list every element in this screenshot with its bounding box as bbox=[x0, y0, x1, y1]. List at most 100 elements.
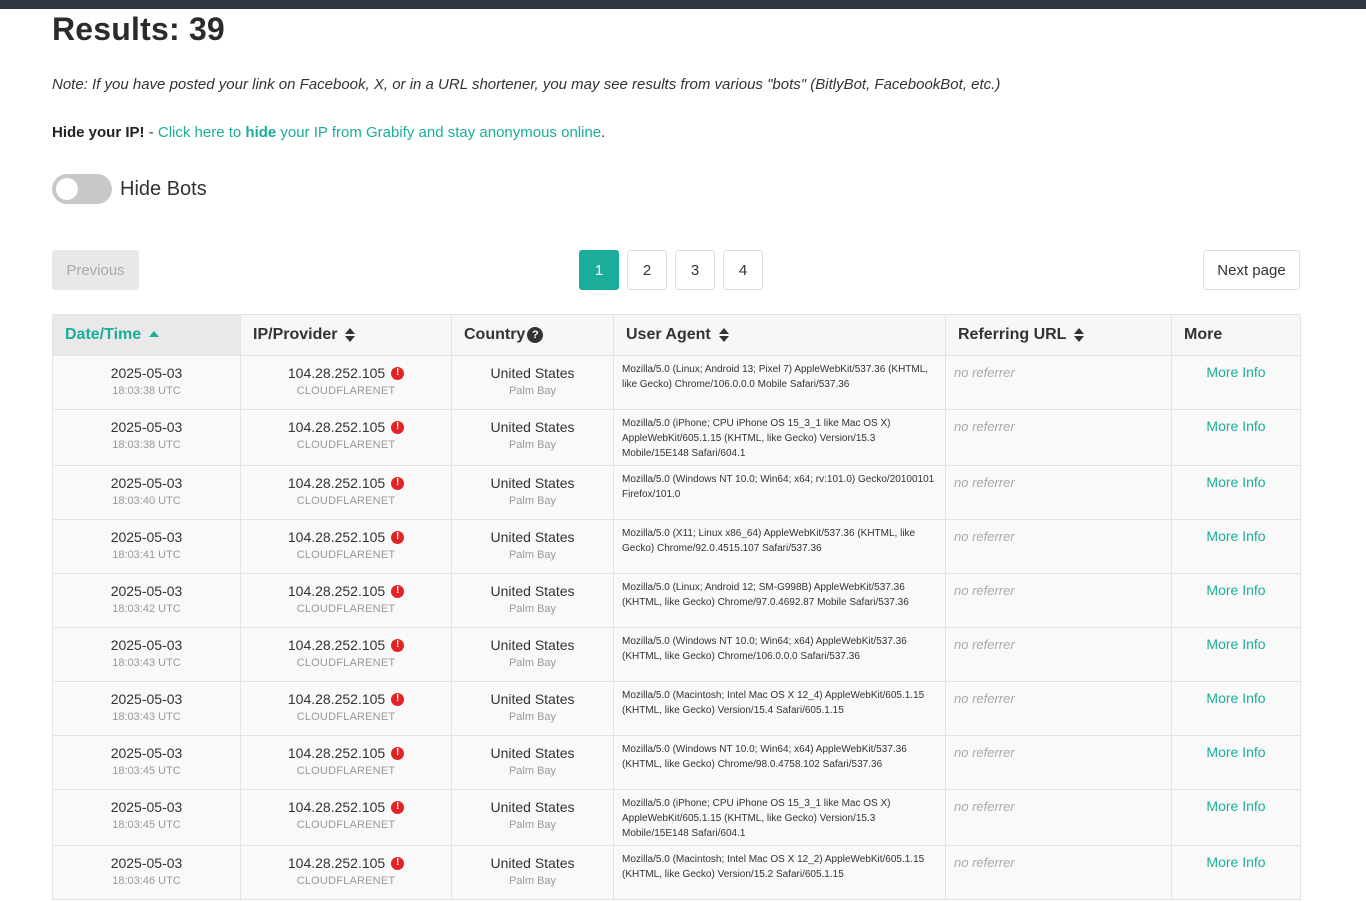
results-table: Date/Time IP/Provider Country? User Agen… bbox=[52, 314, 1301, 900]
cell-user-agent: Mozilla/5.0 (Macintosh; Intel Mac OS X 1… bbox=[613, 845, 946, 900]
table-row: 2025-05-03 18:03:43 UTC 104.28.252.105 ! CL… bbox=[52, 627, 1301, 682]
visit-date: 2025-05-03 bbox=[110, 745, 183, 761]
more-info-link[interactable]: More Info bbox=[1206, 582, 1265, 598]
more-info-link[interactable]: More Info bbox=[1206, 418, 1265, 434]
warning-icon: ! bbox=[391, 366, 405, 380]
cell-country: United States Palm Bay bbox=[451, 735, 614, 790]
warning-icon: ! bbox=[391, 800, 405, 814]
cell-country: United States Palm Bay bbox=[451, 519, 614, 574]
visit-time: 18:03:38 UTC bbox=[112, 439, 181, 451]
cell-more: More Info bbox=[1171, 465, 1301, 520]
country: United States bbox=[490, 799, 575, 815]
page-1-button[interactable]: 1 bbox=[579, 250, 619, 290]
table-body: 2025-05-03 18:03:38 UTC 104.28.252.105 ! CL… bbox=[52, 355, 1301, 900]
more-info-link[interactable]: More Info bbox=[1206, 798, 1265, 814]
cell-more: More Info bbox=[1171, 573, 1301, 628]
column-header-user-agent-label: User Agent bbox=[626, 326, 711, 343]
warning-icon: ! bbox=[391, 638, 405, 652]
page-title: Results: 39 bbox=[52, 11, 225, 47]
previous-button[interactable]: Previous bbox=[52, 250, 139, 290]
cell-referrer: no referrer bbox=[945, 789, 1172, 846]
bot-note: Note: If you have posted your link on Fa… bbox=[52, 76, 1001, 93]
column-header-more-label: More bbox=[1184, 326, 1223, 343]
column-header-country-label: Country bbox=[464, 326, 526, 343]
page-2-button[interactable]: 2 bbox=[627, 250, 667, 290]
cell-datetime: 2025-05-03 18:03:38 UTC bbox=[52, 355, 241, 410]
cell-datetime: 2025-05-03 18:03:43 UTC bbox=[52, 627, 241, 682]
provider: CLOUDFLARENET bbox=[296, 549, 396, 561]
warning-icon: ! bbox=[391, 692, 405, 706]
cell-referrer: no referrer bbox=[945, 735, 1172, 790]
visit-time: 18:03:45 UTC bbox=[112, 819, 181, 831]
cell-datetime: 2025-05-03 18:03:41 UTC bbox=[52, 519, 241, 574]
help-icon[interactable]: ? bbox=[527, 326, 544, 343]
cell-datetime: 2025-05-03 18:03:45 UTC bbox=[52, 789, 241, 846]
page-4-button[interactable]: 4 bbox=[723, 250, 763, 290]
next-page-button[interactable]: Next page bbox=[1203, 250, 1300, 290]
page-3-button[interactable]: 3 bbox=[675, 250, 715, 290]
column-header-user-agent[interactable]: User Agent bbox=[613, 314, 946, 356]
column-header-referring-url[interactable]: Referring URL bbox=[945, 314, 1172, 356]
hide-ip-link-post: your IP from Grabify and stay anonymous … bbox=[276, 124, 602, 141]
hide-bots-toggle[interactable] bbox=[52, 174, 112, 204]
country: United States bbox=[490, 419, 575, 435]
visit-date: 2025-05-03 bbox=[110, 365, 183, 381]
cell-country: United States Palm Bay bbox=[451, 355, 614, 410]
cell-ip-provider: 104.28.252.105 ! CLOUDFLARENET bbox=[240, 789, 452, 846]
cell-datetime: 2025-05-03 18:03:45 UTC bbox=[52, 735, 241, 790]
country: United States bbox=[490, 475, 575, 491]
cell-referrer: no referrer bbox=[945, 845, 1172, 900]
hide-ip-link-pre: Click here to bbox=[157, 124, 246, 141]
city: Palm Bay bbox=[508, 875, 557, 887]
hide-ip-link[interactable]: Click here to hide your IP from Grabify … bbox=[158, 124, 601, 141]
cell-referrer: no referrer bbox=[945, 681, 1172, 736]
column-header-datetime-label: Date/Time bbox=[65, 326, 142, 343]
city: Palm Bay bbox=[508, 819, 557, 831]
visit-time: 18:03:40 UTC bbox=[112, 495, 181, 507]
country: United States bbox=[490, 855, 575, 871]
table-row: 2025-05-03 18:03:41 UTC 104.28.252.105 ! CL… bbox=[52, 519, 1301, 574]
more-info-link[interactable]: More Info bbox=[1206, 854, 1265, 870]
table-row: 2025-05-03 18:03:38 UTC 104.28.252.105 ! CL… bbox=[52, 409, 1301, 466]
cell-country: United States Palm Bay bbox=[451, 845, 614, 900]
ip-address: 104.28.252.105 bbox=[287, 583, 386, 599]
sort-icon bbox=[718, 327, 729, 343]
cell-referrer: no referrer bbox=[945, 355, 1172, 410]
cell-referrer: no referrer bbox=[945, 409, 1172, 466]
cell-ip-provider: 104.28.252.105 ! CLOUDFLARENET bbox=[240, 627, 452, 682]
warning-icon: ! bbox=[391, 530, 405, 544]
country: United States bbox=[490, 583, 575, 599]
cell-user-agent: Mozilla/5.0 (Windows NT 10.0; Win64; x64… bbox=[613, 735, 946, 790]
column-header-ip-label: IP/Provider bbox=[253, 326, 338, 343]
cell-datetime: 2025-05-03 18:03:46 UTC bbox=[52, 845, 241, 900]
cell-more: More Info bbox=[1171, 845, 1301, 900]
cell-ip-provider: 104.28.252.105 ! CLOUDFLARENET bbox=[240, 573, 452, 628]
provider: CLOUDFLARENET bbox=[296, 765, 396, 777]
cell-referrer: no referrer bbox=[945, 573, 1172, 628]
table-row: 2025-05-03 18:03:40 UTC 104.28.252.105 ! CL… bbox=[52, 465, 1301, 520]
column-header-referring-url-label: Referring URL bbox=[958, 326, 1067, 343]
more-info-link[interactable]: More Info bbox=[1206, 744, 1265, 760]
provider: CLOUDFLARENET bbox=[296, 603, 396, 615]
cell-more: More Info bbox=[1171, 409, 1301, 466]
country: United States bbox=[490, 365, 575, 381]
visit-time: 18:03:43 UTC bbox=[112, 657, 181, 669]
hide-ip-line: Hide your IP! - Click here to hide your … bbox=[52, 124, 605, 141]
more-info-link[interactable]: More Info bbox=[1206, 528, 1265, 544]
hide-ip-link-bold: hide bbox=[245, 124, 277, 141]
more-info-link[interactable]: More Info bbox=[1206, 364, 1265, 380]
column-header-more: More bbox=[1171, 314, 1301, 356]
cell-country: United States Palm Bay bbox=[451, 627, 614, 682]
visit-date: 2025-05-03 bbox=[110, 475, 183, 491]
column-header-ip[interactable]: IP/Provider bbox=[240, 314, 452, 356]
ip-address: 104.28.252.105 bbox=[287, 799, 386, 815]
warning-icon: ! bbox=[391, 476, 405, 490]
more-info-link[interactable]: More Info bbox=[1206, 690, 1265, 706]
ip-address: 104.28.252.105 bbox=[287, 419, 386, 435]
toggle-knob bbox=[56, 178, 78, 200]
cell-user-agent: Mozilla/5.0 (X11; Linux x86_64) AppleWeb… bbox=[613, 519, 946, 574]
more-info-link[interactable]: More Info bbox=[1206, 636, 1265, 652]
more-info-link[interactable]: More Info bbox=[1206, 474, 1265, 490]
visit-time: 18:03:41 UTC bbox=[112, 549, 181, 561]
column-header-datetime[interactable]: Date/Time bbox=[52, 314, 241, 356]
